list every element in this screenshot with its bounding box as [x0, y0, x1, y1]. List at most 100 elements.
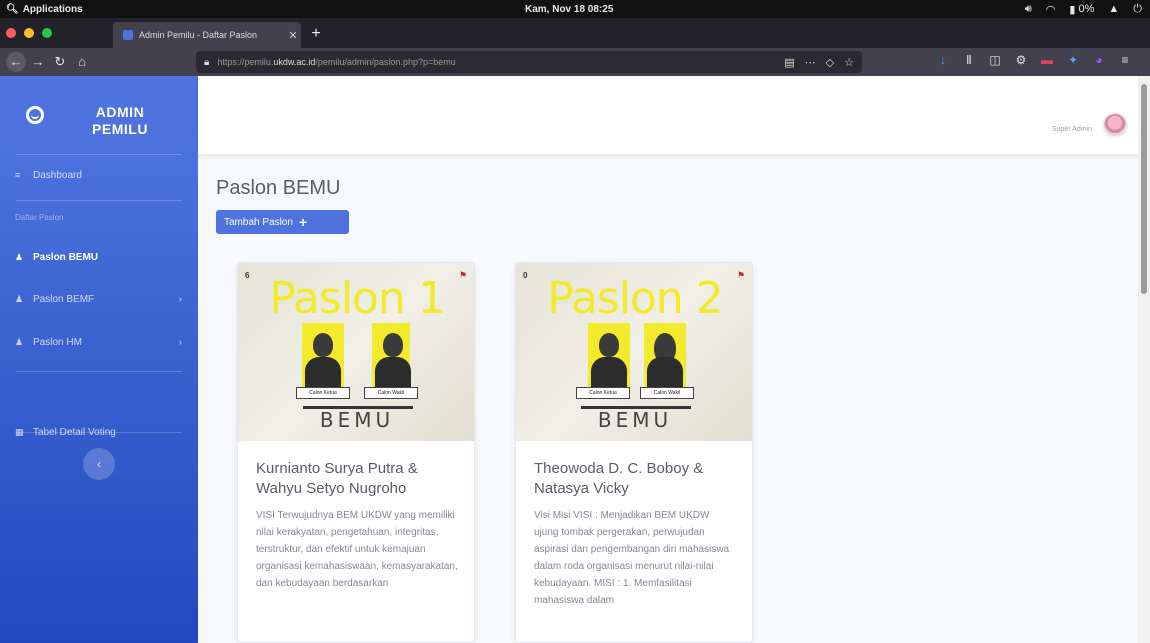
close-window-button[interactable]: [6, 28, 16, 38]
add-paslon-label: Tambah Paslon: [224, 216, 293, 228]
candidate-label: Calon Wakil: [364, 387, 418, 399]
new-tab-button[interactable]: +: [306, 24, 326, 44]
sidebar-divider: [16, 200, 182, 201]
bookmark-star-icon[interactable]: ☆: [844, 56, 854, 69]
sidebar: ADMIN PEMILU ≡ Dashboard Daftar Paslon ♟…: [0, 76, 198, 643]
applications-label: Applications: [22, 3, 83, 15]
sidebar-item-paslon-bemu[interactable]: ♟︎ Paslon BEMU: [0, 244, 198, 270]
brand-line-1: ADMIN: [95, 104, 145, 120]
topbar: Super Admin: [198, 76, 1138, 154]
browser-tab-strip: Admin Pemilu - Daftar Paslon ✕ +: [0, 18, 1150, 48]
candidate-photo: [588, 323, 630, 395]
os-top-bar: 🔍︎ Applications Kam, Nov 18 08:25 🔊︎ ◠ ▮…: [0, 0, 1150, 18]
close-tab-icon[interactable]: ✕: [285, 29, 301, 42]
minimize-window-button[interactable]: [24, 28, 34, 38]
add-paslon-button[interactable]: Tambah Paslon +: [216, 210, 349, 234]
brand-line-2: PEMILU: [92, 121, 148, 137]
library-icon[interactable]: Ⅱ: [961, 53, 977, 67]
card-title: Kurnianto Surya Putra & Wahyu Setyo Nugr…: [256, 460, 418, 497]
paslon-poster: 6 ⚑ Paslon 1 Calon Ketua Calon Wakil BEM…: [238, 263, 474, 441]
sidebar-divider: [16, 371, 182, 372]
battery-level: 0%: [1078, 3, 1095, 15]
scrollbar-thumb[interactable]: [1141, 84, 1147, 294]
reader-view-icon[interactable]: ▤: [784, 56, 794, 69]
scrollbar[interactable]: [1138, 76, 1150, 643]
battery-icon[interactable]: ▮ 0%: [1069, 3, 1094, 16]
adblock-icon[interactable]: ▬: [1039, 53, 1055, 67]
sidebar-icon[interactable]: ◫: [987, 53, 1003, 67]
volume-icon[interactable]: 🔊︎: [1025, 3, 1032, 16]
browser-toolbar: ← → ↻ ⌂ 🔒︎ https://pemilu.ukdw.ac.id/pem…: [0, 48, 1150, 76]
window-controls: [6, 28, 52, 38]
paslon-card[interactable]: 0 ⚑ Paslon 2 Calon Ketua Calon Wakil BEM…: [515, 262, 753, 643]
forward-arrow-icon[interactable]: →: [28, 52, 48, 72]
lock-icon: 🔒︎: [204, 56, 210, 68]
card-text: Visi Misi VISI : Menjadikan BEM UKDW uju…: [534, 510, 730, 606]
chevron-right-icon: ›: [178, 293, 182, 305]
download-icon[interactable]: ↓: [935, 53, 951, 67]
notification-icon[interactable]: ▲: [1108, 3, 1119, 15]
candidate-photo: [372, 323, 411, 395]
paslon-poster: 0 ⚑ Paslon 2 Calon Ketua Calon Wakil BEM…: [516, 263, 752, 441]
favicon-icon: [123, 30, 133, 40]
card-text: VISI Terwujudnya BEM UKDW yang memiliki …: [256, 510, 458, 589]
extension-icon[interactable]: ⚙: [1013, 53, 1029, 67]
sidebar-divider: [16, 432, 182, 433]
power-icon[interactable]: ⏻: [1133, 3, 1142, 16]
dashboard-icon: ≡: [15, 170, 21, 180]
maximize-window-button[interactable]: [42, 28, 52, 38]
card-title: Theowoda D. C. Boboy & Natasya Vicky: [534, 460, 704, 497]
profile-icon[interactable]: ◕: [1091, 53, 1107, 67]
laugh-icon: [26, 106, 44, 124]
menu-icon[interactable]: ≡: [1117, 53, 1133, 67]
page-title: Paslon BEMU: [216, 177, 341, 199]
home-icon[interactable]: ⌂: [72, 52, 92, 72]
user-icon: ♟︎: [15, 336, 24, 347]
applications-menu[interactable]: 🔍︎ Applications: [6, 0, 83, 18]
search-icon: 🔍︎: [6, 3, 19, 15]
user-icon: ♟︎: [15, 293, 24, 304]
address-bar[interactable]: 🔒︎ https://pemilu.ukdw.ac.id/pemilu/admi…: [196, 51, 862, 73]
poster-brand: BEMU: [238, 406, 474, 432]
chevron-left-icon: ‹: [97, 457, 101, 471]
avatar[interactable]: [1102, 112, 1128, 138]
url-actions: ▤ ⋯ ◇ ☆: [784, 56, 854, 69]
pocket-icon[interactable]: ◇: [826, 56, 834, 69]
sidebar-divider: [16, 154, 182, 155]
clock[interactable]: Kam, Nov 18 08:25: [525, 0, 613, 18]
sidebar-item-label: Paslon HM: [33, 336, 82, 348]
wifi-icon[interactable]: ◠: [1046, 3, 1056, 16]
paslon-card[interactable]: 6 ⚑ Paslon 1 Calon Ketua Calon Wakil BEM…: [237, 262, 475, 643]
sidebar-toggle-button[interactable]: ‹: [83, 448, 115, 480]
candidate-photo: [644, 323, 686, 395]
sidebar-heading: Daftar Paslon: [15, 213, 64, 222]
candidate-label: Calon Ketua: [296, 387, 350, 399]
plus-icon: +: [298, 214, 308, 230]
sidebar-brand[interactable]: ADMIN PEMILU: [0, 76, 198, 154]
user-name[interactable]: Super Admin: [1052, 126, 1092, 133]
browser-tab-active[interactable]: Admin Pemilu - Daftar Paslon ✕: [113, 22, 301, 48]
card-body: Theowoda D. C. Boboy & Natasya Vicky Vis…: [516, 441, 752, 609]
candidate-label: Calon Wakil: [640, 387, 694, 399]
sidebar-item-paslon-bemf[interactable]: ♟︎ Paslon BEMF ›: [0, 286, 198, 312]
poster-title: Paslon 1: [269, 273, 445, 324]
chevron-right-icon: ›: [178, 336, 182, 348]
card-body: Kurnianto Surya Putra & Wahyu Setyo Nugr…: [238, 441, 474, 592]
reload-icon[interactable]: ↻: [50, 52, 70, 72]
tab-title: Admin Pemilu - Daftar Paslon: [139, 30, 258, 40]
candidate-label: Calon Ketua: [576, 387, 630, 399]
back-arrow-icon[interactable]: ←: [6, 52, 26, 72]
brand-text: ADMIN PEMILU: [60, 104, 180, 138]
poster-brand: BEMU: [516, 406, 752, 432]
poster-title: Paslon 2: [547, 273, 723, 324]
sidebar-item-label: Dashboard: [33, 169, 82, 181]
user-icon: ♟︎: [15, 251, 24, 262]
sidebar-item-paslon-hm[interactable]: ♟︎ Paslon HM ›: [0, 329, 198, 355]
system-tray: 🔊︎ ◠ ▮ 0% ▲ ⏻: [1025, 0, 1142, 18]
sidebar-item-dashboard[interactable]: ≡ Dashboard: [0, 162, 198, 188]
page-actions-icon[interactable]: ⋯: [805, 56, 816, 69]
translate-icon[interactable]: ✦: [1065, 53, 1081, 67]
url-text[interactable]: https://pemilu.ukdw.ac.id/pemilu/admin/p…: [217, 57, 784, 67]
sidebar-item-label: Paslon BEMU: [33, 251, 99, 263]
sidebar-item-label: Paslon BEMF: [33, 293, 95, 305]
